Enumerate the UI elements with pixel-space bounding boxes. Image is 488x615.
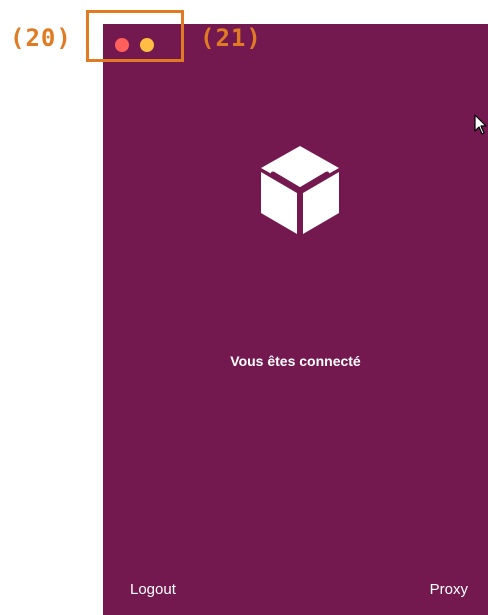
logout-link[interactable]: Logout: [130, 581, 176, 598]
app-window: Vous êtes connecté Logout Proxy: [103, 24, 488, 615]
mouse-pointer-icon: [474, 114, 488, 136]
package-box-icon: [257, 142, 343, 238]
annotation-label-21: (21): [200, 24, 262, 52]
connection-status-text: Vous êtes connecté: [230, 353, 361, 369]
proxy-link[interactable]: Proxy: [430, 581, 468, 598]
annotation-label-20: (20): [10, 24, 72, 52]
annotation-highlight-box: [86, 10, 184, 62]
